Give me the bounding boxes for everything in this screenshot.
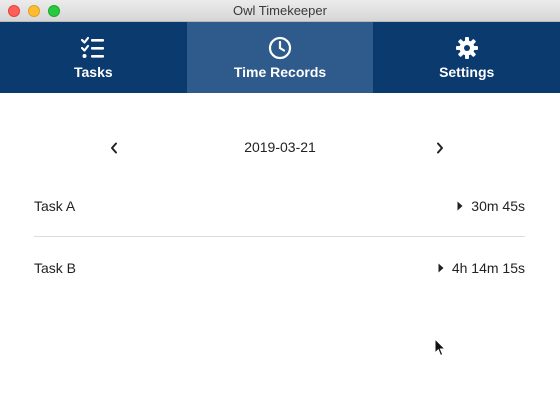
tab-tasks[interactable]: Tasks [0, 22, 187, 93]
clock-icon [268, 35, 292, 61]
record-divider [34, 236, 525, 237]
main-nav: Tasks Time Records Settings [0, 22, 560, 93]
window-titlebar: Owl Timekeeper [0, 0, 560, 22]
tasks-list-icon [80, 35, 106, 61]
record-duration: 4h 14m 15s [451, 260, 525, 276]
caret-right-icon[interactable] [438, 263, 444, 273]
tab-time-records[interactable]: Time Records [186, 22, 374, 93]
chevron-right-icon [437, 142, 443, 154]
record-task-name: Task B [34, 260, 77, 276]
date-navigator: 2019-03-21 [0, 138, 560, 158]
mouse-cursor-icon [434, 337, 447, 362]
window-title: Owl Timekeeper [233, 3, 327, 18]
current-date: 2019-03-21 [244, 139, 316, 155]
tab-time-records-label: Time Records [233, 64, 327, 80]
tab-settings-label: Settings [439, 64, 495, 80]
time-record-row[interactable]: Task B 4h 14m 15s [34, 258, 525, 278]
record-duration: 30m 45s [471, 198, 525, 214]
tab-settings[interactable]: Settings [373, 22, 560, 93]
next-date-button[interactable] [432, 140, 448, 156]
record-task-name: Task A [34, 198, 76, 214]
time-record-row[interactable]: Task A 30m 45s [34, 196, 525, 216]
tab-tasks-label: Tasks [74, 64, 113, 80]
caret-right-icon[interactable] [457, 201, 463, 211]
gear-icon [455, 35, 479, 61]
